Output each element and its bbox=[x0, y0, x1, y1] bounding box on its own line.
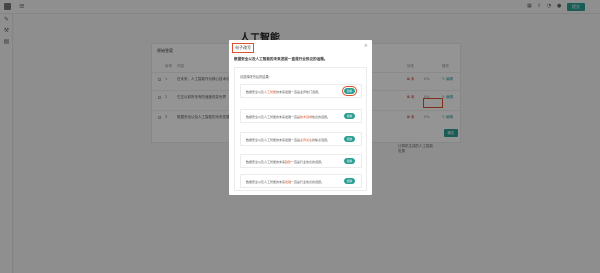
replace-button[interactable]: 替换 bbox=[344, 158, 355, 164]
rewrite-option: 数据安全以及人工智能的未来发展一直是业界关注的焦点话题。 替换 bbox=[240, 132, 362, 146]
replace-button[interactable]: 替换 bbox=[342, 86, 357, 96]
replace-button[interactable]: 替换 bbox=[344, 178, 355, 184]
option-text: 数据安全以及人工智能的未来发展一直是业界关注的焦点话题。 bbox=[246, 138, 331, 142]
rewrite-option: 数据安全以及人工智能的未来发展一直是技术领域热议的话题。 替换 bbox=[240, 109, 362, 123]
option-text: 数据安全以及人工智能的未来趋势一直是行业热议的话题。 bbox=[246, 160, 325, 164]
rewrite-options: 请选择改写后的结果： 数据安全以及人工智能的未来发展一直是业界热门话题。 替换 … bbox=[234, 67, 367, 191]
option-text: 数据安全以及人工智能的未来发展一直是业界热门话题。 bbox=[246, 90, 322, 94]
original-sentence: 数据安全以及人工智能的未来发展一直是行业热议的话题。 bbox=[234, 57, 328, 61]
rewrite-option: 数据安全以及人工智能的未来发展一直是业界热门话题。 替换 bbox=[240, 84, 362, 98]
rewrite-option: 数据安全以及人工智能的未来趋势一直是行业热议的话题。 替换 bbox=[240, 154, 362, 168]
options-label: 请选择改写后的结果： bbox=[240, 75, 272, 79]
replace-button[interactable]: 替换 bbox=[344, 136, 355, 142]
dialog-title: 句子改写 bbox=[232, 43, 254, 53]
close-icon[interactable]: × bbox=[364, 43, 368, 49]
rewrite-option: 数据安全以及人工智能的未来发展一直是行业热议的话题。 替换 bbox=[240, 174, 362, 188]
option-text: 数据安全以及人工智能的未来发展一直是技术领域热议的话题。 bbox=[246, 115, 331, 119]
replace-button[interactable]: 替换 bbox=[344, 113, 355, 119]
option-text: 数据安全以及人工智能的未来发展一直是行业热议的话题。 bbox=[246, 180, 325, 184]
rewrite-dialog: 句子改写 × 数据安全以及人工智能的未来发展一直是行业热议的话题。 请选择改写后… bbox=[229, 40, 372, 195]
